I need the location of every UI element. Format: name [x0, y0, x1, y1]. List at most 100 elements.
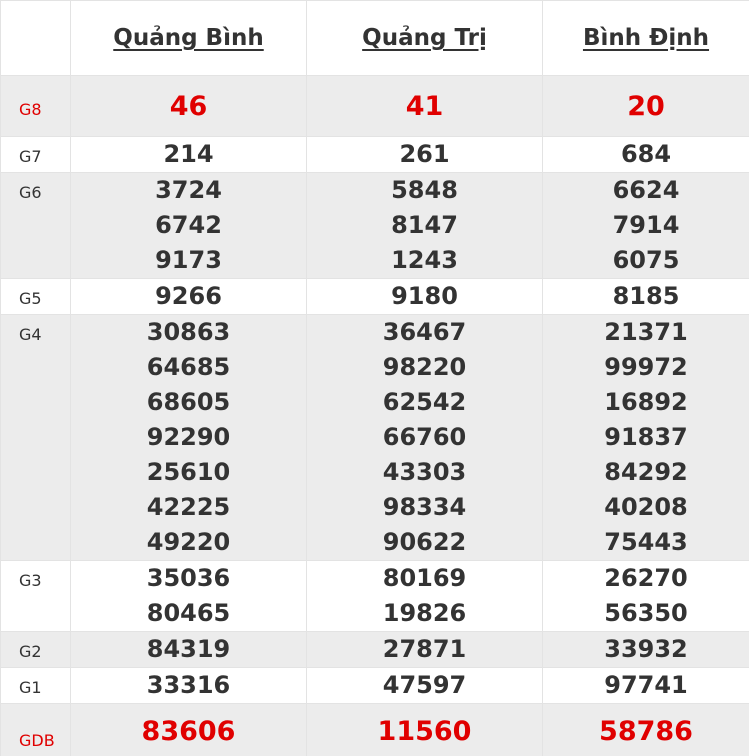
prize-number: 16892: [604, 388, 688, 416]
prize-number: 80465: [146, 599, 231, 627]
prize-cell: 9266: [70, 278, 307, 315]
prize-number: 68605: [146, 388, 231, 416]
prize-number: 6742: [155, 211, 222, 239]
prize-number: 90622: [382, 528, 467, 556]
prize-cell: 30863 64685 68605 92290 25610 42225 49220: [70, 314, 307, 561]
province-header-quang-tri[interactable]: Quảng Trị: [306, 0, 543, 76]
prize-number: 49220: [146, 528, 231, 556]
prize-label: G5: [0, 278, 71, 315]
lottery-results-table: Quảng Bình Quảng Trị Bình Định G8 46 41 20 G…: [0, 0, 749, 756]
prize-label: G1: [0, 667, 71, 704]
prize-label: GDB: [0, 703, 71, 756]
prize-number: 1243: [391, 246, 458, 274]
prize-number: 75443: [604, 528, 688, 556]
prize-label: G6: [0, 172, 71, 279]
prize-number: 9173: [155, 246, 222, 274]
prize-cell: 684: [542, 136, 749, 173]
prize-row-g5: G5 9266 9180 8185: [0, 278, 749, 315]
prize-cell: 3724 6742 9173: [70, 172, 307, 279]
prize-row-g6: G6 3724 6742 9173 5848 8147 1243 6624 7914 6075: [0, 172, 749, 279]
prize-cell: 83606: [70, 703, 307, 756]
prize-cell: 58786: [542, 703, 749, 756]
prize-number: 25610: [146, 458, 231, 486]
prize-cell: 11560: [306, 703, 543, 756]
prize-label: G7: [0, 136, 71, 173]
prize-number: 26270: [604, 564, 688, 592]
prize-label: G8: [0, 75, 71, 137]
prize-cell: 8185: [542, 278, 749, 315]
prize-row-g8: G8 46 41 20: [0, 75, 749, 137]
prize-cell: 6624 7914 6075: [542, 172, 749, 279]
prize-number: 6075: [612, 246, 680, 274]
prize-number: 43303: [382, 458, 467, 486]
prize-number: 27871: [382, 635, 467, 663]
prize-number: 58786: [599, 715, 693, 747]
prize-row-g2: G2 84319 27871 33932: [0, 631, 749, 668]
prize-cell: 36467 98220 62542 66760 43303 98334 90622: [306, 314, 543, 561]
prize-rows: G8 46 41 20 G7 214 261 684 G6 3724 6742 9173 5848 814…: [0, 75, 749, 756]
prize-cell: 20: [542, 75, 749, 137]
prize-number: 91837: [604, 423, 688, 451]
prize-number: 30863: [146, 318, 231, 346]
prize-number: 7914: [612, 211, 680, 239]
prize-number: 5848: [391, 176, 458, 204]
prize-number: 84292: [604, 458, 688, 486]
prize-number: 21371: [604, 318, 688, 346]
prize-number: 47597: [382, 671, 467, 699]
prize-number: 99972: [604, 353, 688, 381]
prize-number: 64685: [146, 353, 231, 381]
prize-number: 3724: [155, 176, 222, 204]
prize-number: 261: [399, 140, 450, 168]
prize-number: 80169: [382, 564, 467, 592]
prize-cell: 26270 56350: [542, 560, 749, 632]
prize-row-gdb: GDB 83606 11560 58786: [0, 703, 749, 756]
header-row: Quảng Bình Quảng Trị Bình Định: [0, 0, 749, 76]
prize-row-g1: G1 33316 47597 97741: [0, 667, 749, 704]
prize-number: 9266: [155, 282, 222, 310]
prize-row-g3: G3 35036 80465 80169 19826 26270 56350: [0, 560, 749, 632]
prize-number: 62542: [382, 388, 467, 416]
prize-number: 33316: [146, 671, 231, 699]
prize-number: 84319: [146, 635, 231, 663]
prize-number: 98334: [382, 493, 467, 521]
prize-cell: 214: [70, 136, 307, 173]
prize-cell: 41: [306, 75, 543, 137]
prize-number: 9180: [391, 282, 458, 310]
prize-number: 8185: [612, 282, 680, 310]
prize-cell: 261: [306, 136, 543, 173]
prize-cell: 9180: [306, 278, 543, 315]
prize-number: 46: [169, 90, 208, 122]
province-header-quang-binh[interactable]: Quảng Bình: [70, 0, 307, 76]
prize-number: 41: [405, 90, 444, 122]
prize-number: 40208: [604, 493, 688, 521]
prize-row-g4: G4 30863 64685 68605 92290 25610 42225 49220 364…: [0, 314, 749, 561]
prize-label: G4: [0, 314, 71, 561]
prize-number: 6624: [612, 176, 680, 204]
prize-cell: 33932: [542, 631, 749, 668]
prize-number: 98220: [382, 353, 467, 381]
prize-number: 36467: [382, 318, 467, 346]
prize-number: 97741: [604, 671, 688, 699]
prize-cell: 27871: [306, 631, 543, 668]
prize-cell: 47597: [306, 667, 543, 704]
prize-cell: 33316: [70, 667, 307, 704]
province-header-binh-dinh[interactable]: Bình Định: [542, 0, 749, 76]
prize-label: G3: [0, 560, 71, 632]
prize-number: 83606: [141, 715, 236, 747]
prize-number: 66760: [382, 423, 467, 451]
prize-cell: 5848 8147 1243: [306, 172, 543, 279]
prize-number: 33932: [604, 635, 688, 663]
prize-cell: 21371 99972 16892 91837 84292 40208 75443: [542, 314, 749, 561]
prize-row-g7: G7 214 261 684: [0, 136, 749, 173]
prize-number: 20: [627, 90, 665, 122]
prize-label: G2: [0, 631, 71, 668]
prize-cell: 97741: [542, 667, 749, 704]
header-corner: [0, 0, 71, 76]
prize-number: 42225: [146, 493, 231, 521]
prize-number: 19826: [382, 599, 467, 627]
prize-number: 35036: [146, 564, 231, 592]
prize-cell: 46: [70, 75, 307, 137]
prize-cell: 35036 80465: [70, 560, 307, 632]
prize-cell: 80169 19826: [306, 560, 543, 632]
prize-number: 684: [620, 140, 672, 168]
